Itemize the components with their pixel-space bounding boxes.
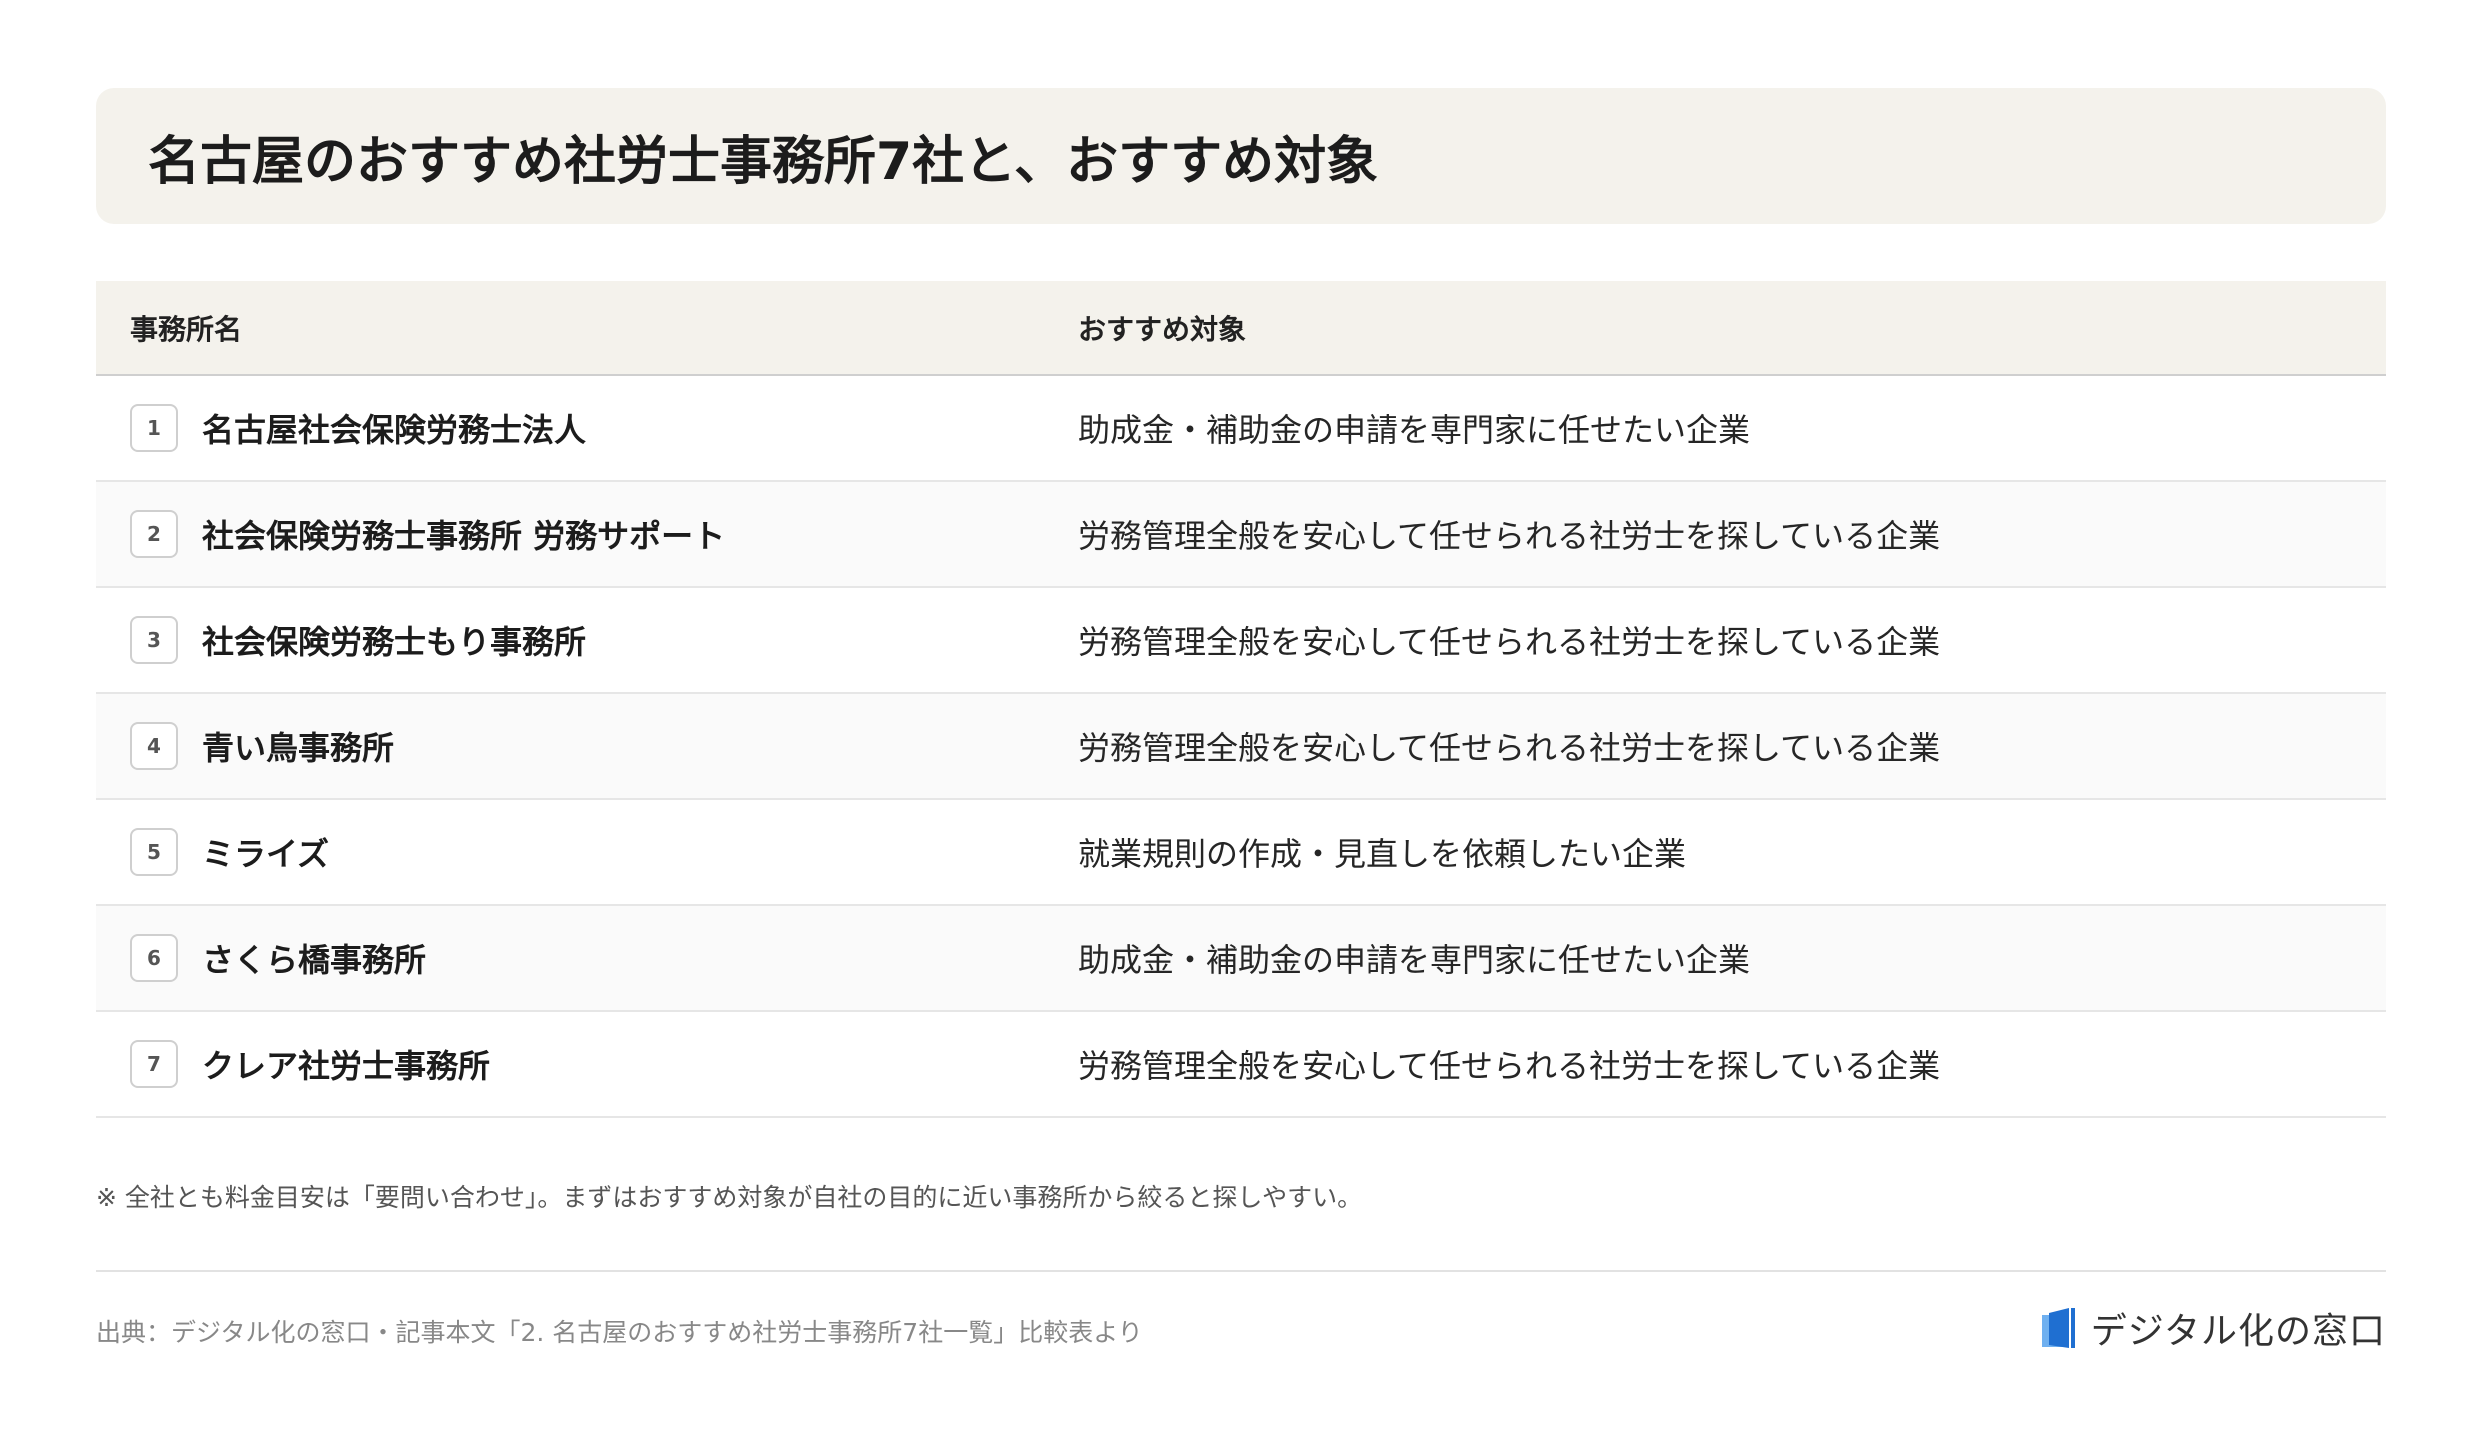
rank-badge: 1 — [130, 404, 178, 452]
rank-badge: 2 — [130, 510, 178, 558]
rank-badge: 4 — [130, 722, 178, 770]
table-row: 3 社会保険労務士もり事務所 労務管理全般を安心して任せられる社労士を探している… — [96, 587, 2386, 693]
rank-badge: 5 — [130, 828, 178, 876]
target-text: 助成金・補助金の申請を専門家に任せたい企業 — [1078, 941, 1751, 979]
table-body: 1 名古屋社会保険労務士法人 助成金・補助金の申請を専門家に任せたい企業 2 社… — [96, 375, 2386, 1117]
office-name-cell: 3 社会保険労務士もり事務所 — [96, 587, 1044, 693]
rank-badge: 7 — [130, 1040, 178, 1088]
office-name: 社会保険労務士事務所 労務サポート — [202, 517, 726, 555]
brand-logo: デジタル化の窓口 — [2039, 1302, 2386, 1354]
office-name-cell: 4 青い鳥事務所 — [96, 693, 1044, 799]
target-cell: 労務管理全般を安心して任せられる社労士を探している企業 — [1044, 481, 2386, 587]
office-name-cell: 7 クレア社労士事務所 — [96, 1011, 1044, 1117]
footnote: ※ 全社とも料金目安は「要問い合わせ」。まずはおすすめ対象が自社の目的に近い事務… — [96, 1183, 1363, 1212]
office-name-cell: 1 名古屋社会保険労務士法人 — [96, 375, 1044, 481]
name-cell-wrapper: 4 青い鳥事務所 — [130, 722, 1044, 770]
target-cell: 労務管理全般を安心して任せられる社労士を探している企業 — [1044, 587, 2386, 693]
target-text: 労務管理全般を安心して任せられる社労士を探している企業 — [1078, 517, 1941, 555]
page-title: 名古屋のおすすめ社労士事務所7社と、おすすめ対象 — [148, 131, 1379, 192]
office-name-cell: 5 ミライズ — [96, 799, 1044, 905]
target-cell: 就業規則の作成・見直しを依頼したい企業 — [1044, 799, 2386, 905]
target-text: 労務管理全般を安心して任せられる社労士を探している企業 — [1078, 729, 1941, 767]
office-name: 社会保険労務士もり事務所 — [202, 623, 587, 661]
table-row: 6 さくら橋事務所 助成金・補助金の申請を専門家に任せたい企業 — [96, 905, 2386, 1011]
title-banner: 名古屋のおすすめ社労士事務所7社と、おすすめ対象 — [96, 88, 2386, 224]
name-cell-wrapper: 1 名古屋社会保険労務士法人 — [130, 404, 1044, 452]
office-name: さくら橋事務所 — [202, 941, 427, 979]
table-row: 1 名古屋社会保険労務士法人 助成金・補助金の申請を専門家に任せたい企業 — [96, 375, 2386, 481]
target-text: 労務管理全般を安心して任せられる社労士を探している企業 — [1078, 623, 1941, 661]
name-cell-wrapper: 2 社会保険労務士事務所 労務サポート — [130, 510, 1044, 558]
office-name-cell: 2 社会保険労務士事務所 労務サポート — [96, 481, 1044, 587]
name-cell-wrapper: 3 社会保険労務士もり事務所 — [130, 616, 1044, 664]
header-office-name: 事務所名 — [96, 281, 1044, 376]
table-row: 5 ミライズ 就業規則の作成・見直しを依頼したい企業 — [96, 799, 2386, 905]
target-text: 就業規則の作成・見直しを依頼したい企業 — [1078, 835, 1687, 873]
target-cell: 労務管理全般を安心して任せられる社労士を探している企業 — [1044, 693, 2386, 799]
office-name: ミライズ — [202, 835, 330, 873]
target-text: 助成金・補助金の申請を専門家に任せたい企業 — [1078, 411, 1751, 449]
office-name: 青い鳥事務所 — [202, 729, 395, 767]
table-row: 2 社会保険労務士事務所 労務サポート 労務管理全般を安心して任せられる社労士を… — [96, 481, 2386, 587]
target-cell: 助成金・補助金の申請を専門家に任せたい企業 — [1044, 375, 2386, 481]
brand-name: デジタル化の窓口 — [2090, 1311, 2386, 1352]
rank-badge: 3 — [130, 616, 178, 664]
table-header: 事務所名 おすすめ対象 — [96, 281, 2386, 376]
office-name-cell: 6 さくら橋事務所 — [96, 905, 1044, 1011]
name-cell-wrapper: 5 ミライズ — [130, 828, 1044, 876]
office-name: 名古屋社会保険労務士法人 — [202, 411, 587, 449]
office-name: クレア社労士事務所 — [202, 1047, 491, 1085]
name-cell-wrapper: 7 クレア社労士事務所 — [130, 1040, 1044, 1088]
target-cell: 労務管理全般を安心して任せられる社労士を探している企業 — [1044, 1011, 2386, 1117]
infographic-page: 名古屋のおすすめ社労士事務所7社と、おすすめ対象 事務所名 おすすめ対象 1 名… — [0, 0, 2480, 1444]
target-text: 労務管理全般を安心して任せられる社労士を探している企業 — [1078, 1047, 1941, 1085]
table-row: 4 青い鳥事務所 労務管理全般を安心して任せられる社労士を探している企業 — [96, 693, 2386, 799]
rank-badge: 6 — [130, 934, 178, 982]
office-table: 事務所名 おすすめ対象 1 名古屋社会保険労務士法人 助成金・補助金の申請を専門… — [96, 281, 2386, 1118]
name-cell-wrapper: 6 さくら橋事務所 — [130, 934, 1044, 982]
divider — [96, 1270, 2386, 1272]
table-row: 7 クレア社労士事務所 労務管理全般を安心して任せられる社労士を探している企業 — [96, 1011, 2386, 1117]
table-header-row: 事務所名 おすすめ対象 — [96, 281, 2386, 376]
source-credit: 出典：デジタル化の窓口・記事本文「2. 名古屋のおすすめ社労士事務所7社一覧」比… — [96, 1318, 1143, 1347]
door-logo-icon — [2041, 1308, 2075, 1348]
header-target: おすすめ対象 — [1044, 281, 2386, 376]
target-cell: 助成金・補助金の申請を専門家に任せたい企業 — [1044, 905, 2386, 1011]
